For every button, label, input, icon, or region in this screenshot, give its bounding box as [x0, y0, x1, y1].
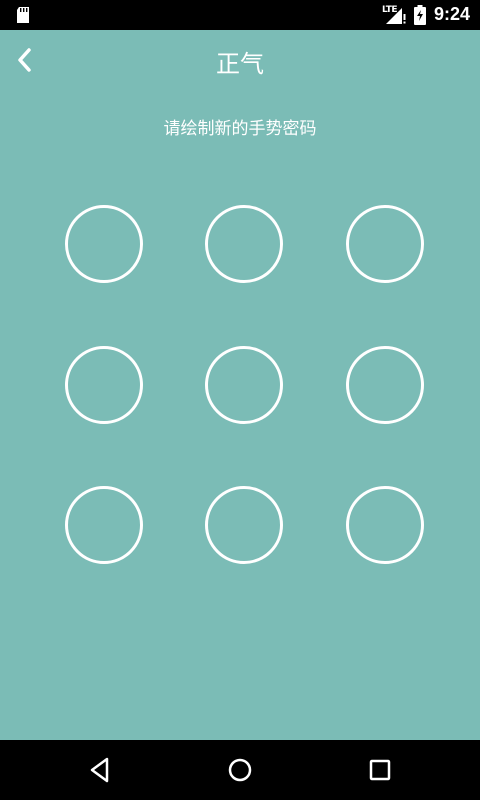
clock: 9:24 — [433, 4, 470, 24]
navigation-bar — [0, 740, 480, 800]
pattern-dot-9[interactable] — [346, 486, 424, 564]
home-circle-icon[interactable] — [224, 754, 256, 786]
recents-square-icon[interactable] — [364, 754, 396, 786]
back-triangle-icon[interactable] — [84, 754, 116, 786]
battery-charging-icon — [414, 5, 426, 25]
status-bar: LTE 9:24 — [0, 0, 480, 30]
pattern-dot-7[interactable] — [65, 486, 143, 564]
app-bar: 正气 — [0, 30, 480, 90]
pattern-dot-3[interactable] — [346, 205, 424, 283]
gesture-prompt: 请绘制新的手势密码 — [163, 119, 317, 139]
signal-icon — [386, 8, 406, 24]
page-title: 正气 — [216, 50, 264, 78]
pattern-dot-2[interactable] — [205, 205, 283, 283]
pattern-dot-1[interactable] — [65, 205, 143, 283]
sd-card-icon — [17, 7, 29, 23]
pattern-dot-6[interactable] — [346, 346, 424, 424]
pattern-dot-4[interactable] — [65, 346, 143, 424]
pattern-dot-5[interactable] — [205, 346, 283, 424]
pattern-dot-8[interactable] — [205, 486, 283, 564]
gesture-password-screen: LTE 9:24 正气 请绘制新的手势密码 — [0, 0, 480, 800]
